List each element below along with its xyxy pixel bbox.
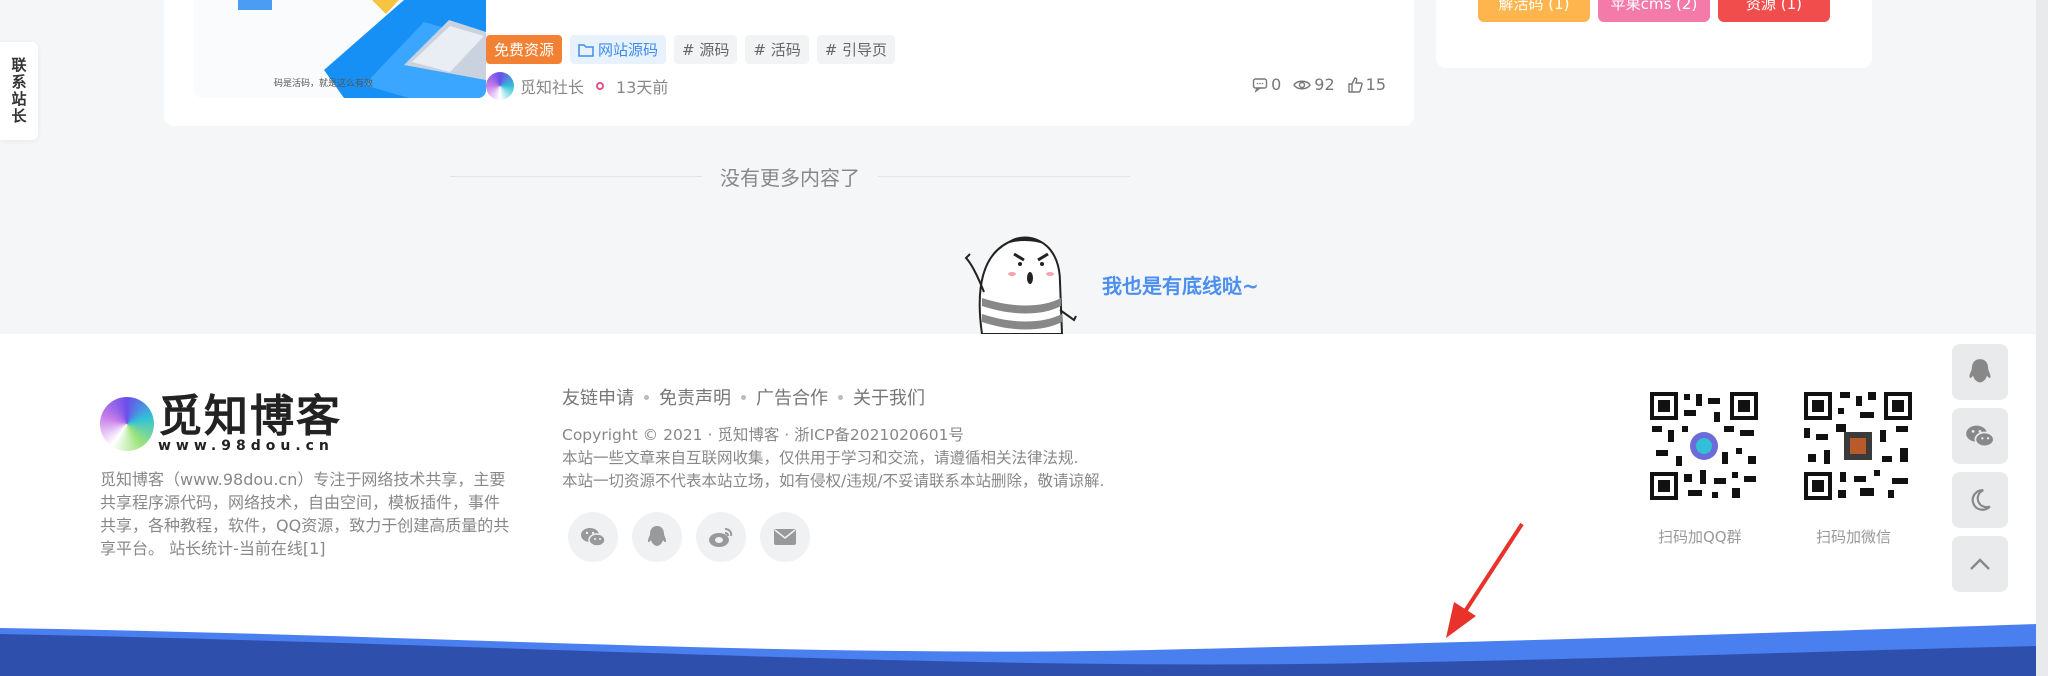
logo-title: 觅知博客	[158, 391, 342, 442]
qq-group-qr-code	[1648, 390, 1760, 502]
qq-icon	[1969, 359, 1991, 383]
sidebar-tag[interactable]: 解活码 (1)	[1478, 0, 1590, 22]
contact-owner-tab[interactable]: 联系站长	[0, 42, 38, 140]
post-meta: 觅知社长 13天前	[486, 72, 668, 100]
tag-category[interactable]: 网站源码	[570, 35, 667, 64]
no-more-content-divider: 没有更多内容了	[450, 162, 1130, 190]
notice-text: 本站一切资源不代表本站立场，如有侵权/违规/不妥请联系本站删除，敬请谅解.	[562, 472, 1105, 490]
folder-icon	[578, 43, 594, 57]
social-buttons	[568, 512, 810, 562]
eye-icon	[1293, 80, 1312, 89]
site-footer: 觅知博客 www.98dou.cn 觅知博客（www.98dou.cn）专注于网…	[0, 334, 2036, 676]
wechat-icon	[1966, 425, 1995, 448]
post-tags: 免费资源 网站源码 # 源码 # 活码 # 引导页	[486, 35, 896, 64]
wechat-qr-code	[1802, 390, 1914, 502]
qq-qr-label: 扫码加QQ群	[1658, 528, 1742, 546]
like-count[interactable]: 15	[1347, 75, 1386, 94]
author-avatar[interactable]	[486, 72, 514, 100]
logo-subtitle: www.98dou.cn	[158, 438, 334, 454]
author-name[interactable]: 觅知社长	[520, 74, 584, 98]
tag-keyword[interactable]: # 引导页	[816, 35, 896, 64]
footer-copyright-block: Copyright © 2021 · 觅知博客 · 浙ICP备202102060…	[562, 424, 1104, 493]
separator-dot-icon	[596, 82, 605, 90]
red-arrow-annotation	[1446, 522, 1524, 638]
thumbs-up-icon	[1347, 76, 1363, 93]
comment-count: 0	[1252, 75, 1281, 94]
tag-free-resource[interactable]: 免费资源	[486, 35, 563, 64]
back-to-top-button[interactable]	[1952, 536, 2008, 592]
post-time: 13天前	[616, 78, 669, 97]
sidebar-tag-widget: 解活码 (1) 苹果cms (2) 资源 (1)	[1436, 0, 1872, 68]
footer-link-disclaimer[interactable]: 免责声明	[659, 384, 731, 410]
thumb-caption: 码是活码，就是这么有效	[274, 79, 374, 89]
contact-tab-label: 联系站长	[9, 57, 28, 125]
dark-mode-toggle[interactable]	[1952, 472, 2008, 528]
comment-icon	[1252, 77, 1268, 93]
float-wechat-button[interactable]	[1952, 408, 2008, 464]
weibo-button[interactable]	[696, 512, 746, 562]
post-thumbnail[interactable]: 码是活码，就是这么有效	[194, 0, 486, 98]
wechat-qr-label: 扫码加微信	[1816, 528, 1892, 546]
no-more-text: 没有更多内容了	[720, 165, 860, 190]
float-qq-button[interactable]	[1952, 344, 2008, 400]
mail-icon	[774, 529, 796, 545]
footer-wave-decoration	[0, 624, 2036, 676]
logo-mark-icon	[100, 397, 154, 451]
tag-keyword[interactable]: # 源码	[674, 35, 738, 64]
qq-button[interactable]	[632, 512, 682, 562]
tag-keyword[interactable]: # 活码	[745, 35, 809, 64]
wechat-button[interactable]	[568, 512, 618, 562]
footer-logo[interactable]: 觅知博客 www.98dou.cn	[100, 394, 342, 454]
post-stats: 0 92 15	[1252, 75, 1386, 94]
sidebar-tag[interactable]: 资源 (1)	[1718, 0, 1830, 22]
copyright-text: Copyright © 2021 · 觅知博客 · 浙ICP备202102060…	[562, 426, 964, 444]
post-card[interactable]: 码是活码，就是这么有效 免费资源 网站源码 # 源码 # 活码 # 引导页 觅知…	[164, 0, 1414, 126]
view-count: 92	[1293, 75, 1335, 94]
page-scrollbar-area	[2036, 0, 2048, 676]
footer-link-friend[interactable]: 友链申请	[562, 384, 634, 410]
moon-icon	[1971, 489, 1991, 511]
sidebar-tag[interactable]: 苹果cms (2)	[1598, 0, 1710, 22]
chevron-up-icon	[1970, 558, 1990, 570]
wechat-icon	[581, 528, 606, 547]
site-description: 觅知博客（www.98dou.cn）专注于网络技术共享，主要共享程序源代码，网络…	[100, 470, 510, 558]
mascot-illustration	[964, 236, 1077, 334]
qq-icon	[648, 526, 666, 546]
footer-links: 友链申请 免责声明 广告合作 关于我们	[562, 384, 925, 410]
bottom-line-text: 我也是有底线哒~	[1102, 274, 1259, 298]
footer-link-about[interactable]: 关于我们	[853, 384, 925, 410]
email-button[interactable]	[760, 512, 810, 562]
footer-link-ads[interactable]: 广告合作	[756, 384, 828, 410]
notice-text: 本站一些文章来自互联网收集，仅供用于学习和交流，请遵循相关法律法规.	[562, 449, 1079, 467]
weibo-icon	[709, 528, 733, 547]
